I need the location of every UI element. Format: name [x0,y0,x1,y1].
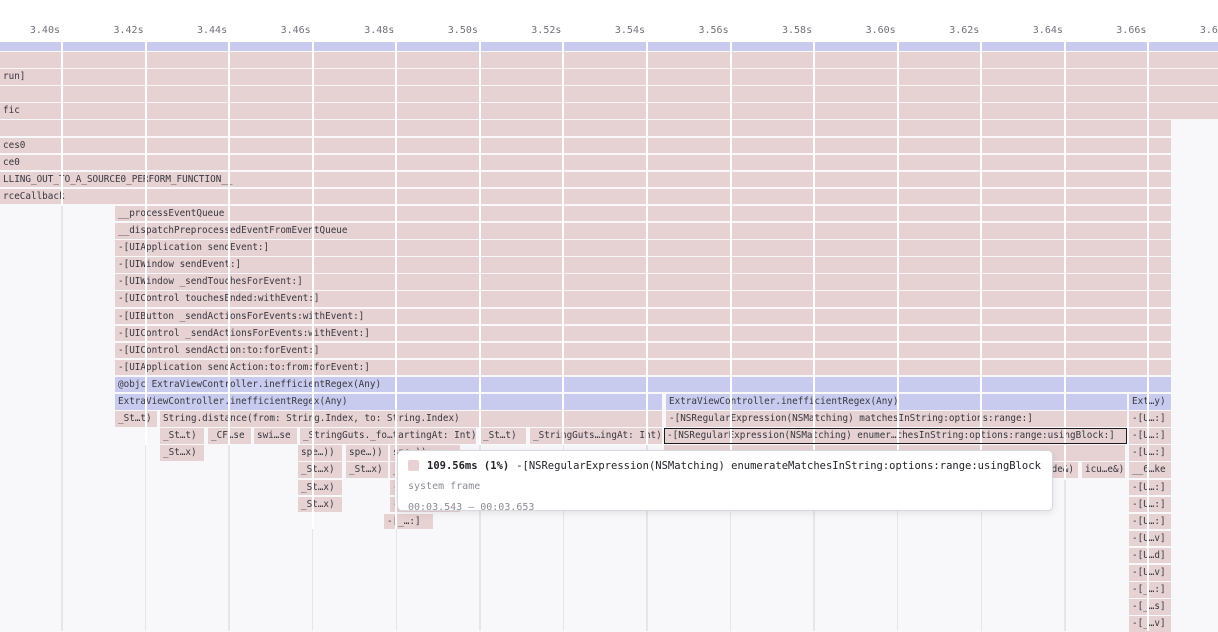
frame-bar[interactable]: @objc ExtraViewController.inefficientReg… [115,377,1171,393]
tooltip-time-range: 00:03.543 — 00:03.653 [408,500,1042,515]
frame-bar[interactable]: spe…)) [346,445,388,461]
tooltip-duration: 109.56ms (1%) [427,460,509,472]
frame-bar[interactable]: -[U…:] [1129,480,1171,496]
frame-bar[interactable]: ces0 [0,138,1171,154]
time-axis-tick-label: 3.68s [1170,24,1218,38]
frame-bar[interactable]: -[UIControl sendAction:to:forEvent:] [115,343,1171,359]
frame-bar[interactable]: __processEventQueue [115,206,1171,222]
frame-bar[interactable]: -[_…:] [384,514,433,530]
time-axis-tick-label: 3.56s [669,24,729,38]
frame-bar[interactable]: _St…x) [160,445,204,461]
time-axis-tick-label: 3.52s [501,24,561,38]
tooltip-category: system frame [408,479,1042,494]
frame-bar[interactable]: -[UIWindow sendEvent:] [115,257,1171,273]
frame-bar[interactable]: -[U…:] [1129,445,1171,461]
time-axis-tick-label: 3.64s [1003,24,1063,38]
frame-bar[interactable]: -[UIControl touchesEnded:withEvent:] [115,291,1171,307]
frame-bar[interactable]: _StringGuts…ingAt: Int) [530,428,662,444]
frame-bar[interactable]: -[U…v] [1129,565,1171,581]
frame-bar[interactable]: -[UIApplication sendEvent:] [115,240,1171,256]
time-axis-tick-label: 3.66s [1086,24,1146,38]
frame-bar[interactable]: -[UIButton _sendActionsForEvents:withEve… [115,309,1171,325]
time-axis-tick-label: 3.48s [334,24,394,38]
frame-bar[interactable]: -[_…:] [1129,582,1171,598]
frame-bar[interactable]: _St…t) [160,428,204,444]
frame-bar[interactable]: swi…se [254,428,297,444]
time-axis-tick-label: 3.58s [752,24,812,38]
time-axis-tick-label: 3.62s [919,24,979,38]
time-axis-tick-label: 3.60s [836,24,896,38]
time-axis-tick-label: 3.40s [0,24,60,38]
frame-bar[interactable]: -[_…s] [1129,599,1171,615]
frame-bar[interactable]: -[U…:] [1129,411,1171,427]
frame-bar[interactable] [0,52,1218,68]
frame-tooltip: 109.56ms (1%) -[NSRegularExpression(NSMa… [397,450,1053,511]
frame-bar[interactable]: -[U…v] [1129,531,1171,547]
time-axis-tick-label: 3.46s [251,24,311,38]
frame-bar[interactable]: -[U…:] [1129,514,1171,530]
frame-bar[interactable]: ExtraViewController.inefficientRegex(Any… [115,394,662,410]
frame-bar[interactable]: -[U…:] [1129,428,1171,444]
frame-bar[interactable]: __6…ke [1129,462,1171,478]
frame-bar[interactable]: -[UIApplication sendAction:to:from:forEv… [115,360,1171,376]
frame-bar[interactable] [0,86,1218,102]
frame-bar[interactable]: _St…x) [298,462,342,478]
frame-bar[interactable]: _St…t) [115,411,157,427]
frame-bar[interactable]: String.distance(from: String.Index, to: … [160,411,662,427]
frame-bar[interactable]: -[_…v] [1129,616,1171,632]
frame-bar[interactable]: rceCallback [0,189,1171,205]
frame-bar[interactable]: -[UIControl _sendActionsForEvents:withEv… [115,326,1171,342]
time-axis-tick-label: 3.42s [84,24,144,38]
frame-bar[interactable]: _St…x) [346,462,388,478]
frame-bar[interactable]: -[U…:] [1129,497,1171,513]
frame-bar[interactable]: fic [0,103,1218,119]
time-axis-tick-label: 3.54s [585,24,645,38]
category-swatch-icon [408,460,419,471]
tooltip-title-line: 109.56ms (1%) -[NSRegularExpression(NSMa… [408,458,1042,473]
frame-bar[interactable]: LLING_OUT_TO_A_SOURCE0_PERFORM_FUNCTION_… [0,172,1171,188]
frame-bar[interactable]: Ext…y) [1129,394,1171,410]
frame-bar[interactable]: _St…x) [298,480,342,496]
frame-bar[interactable]: _St…x) [298,497,342,513]
category-strip [0,42,1218,51]
frame-bar[interactable]: spe…)) [298,445,342,461]
frame-bar[interactable]: __dispatchPreprocessedEventFromEventQueu… [115,223,1171,239]
tooltip-method-name: -[NSRegularExpression(NSMatching) enumer… [516,460,1042,472]
frame-bar[interactable] [0,120,1171,136]
frame-bar[interactable]: ExtraViewController.inefficientRegex(Any… [666,394,1127,410]
time-axis-tick-label: 3.50s [418,24,478,38]
frame-bar[interactable]: run] [0,69,1218,85]
frame-bar[interactable]: -[NSRegularExpression(NSMatching) matche… [666,411,1127,427]
frame-bar[interactable]: -[UIWindow _sendTouchesForEvent:] [115,274,1171,290]
frame-bar[interactable]: _StringGuts._fo…tartingAt: Int) [300,428,476,444]
selected-frame-bar[interactable]: -[NSRegularExpression(NSMatching) enumer… [664,428,1127,444]
time-axis-tick-label: 3.44s [167,24,227,38]
frame-bar[interactable]: _St…t) [480,428,526,444]
flame-chart-stage: 3.40s 3.42s 3.44s 3.46s 3.48s 3.50s 3.52s 3.54s… [0,0,1218,632]
frame-bar[interactable]: ce0 [0,155,1171,171]
frame-bar[interactable]: icu…e&) [1082,462,1125,478]
frame-bar[interactable]: _CF…se [208,428,251,444]
frame-bar[interactable]: -[U…d] [1129,548,1171,564]
